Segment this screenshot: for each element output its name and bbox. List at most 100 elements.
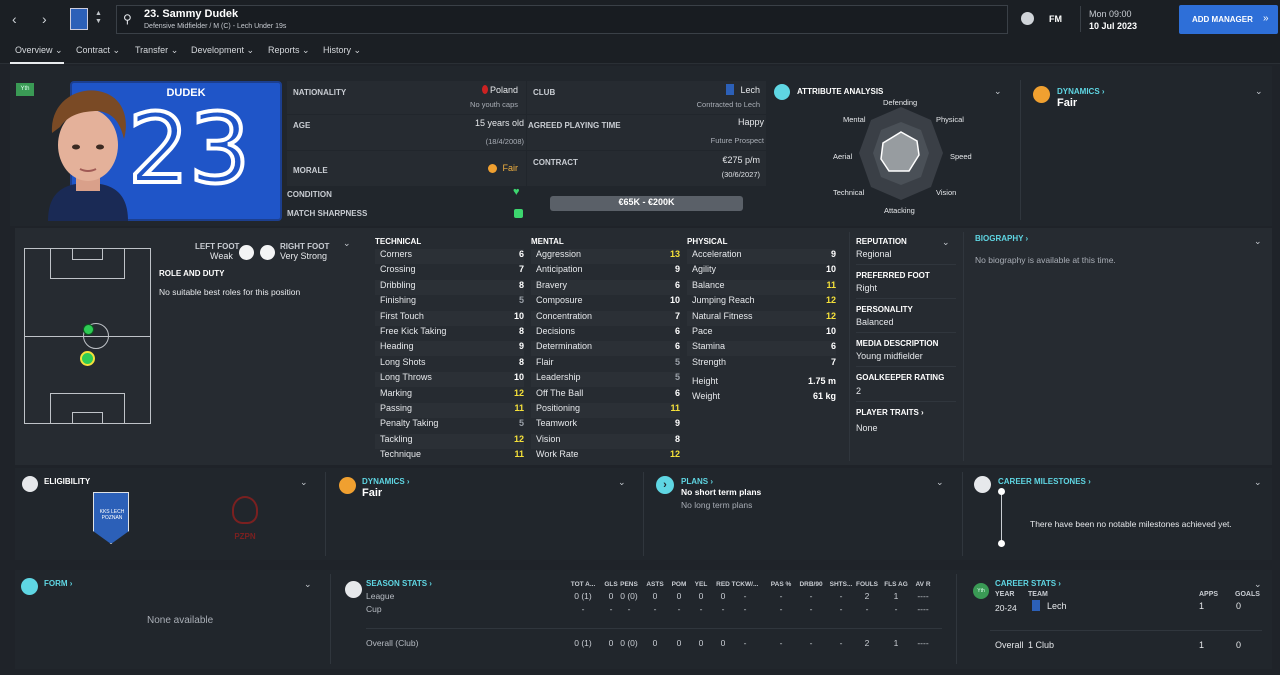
attribute-row[interactable]: Leadership 5 [531, 372, 680, 388]
right-foot-label: RIGHT FOOT [280, 242, 330, 251]
attribute-row[interactable]: Corners 6 [375, 249, 524, 264]
attribute-row[interactable]: Determination 6 [531, 341, 680, 357]
attribute-row[interactable]: Crossing 7 [375, 264, 524, 279]
attribute-row[interactable]: Jumping Reach 12 [687, 295, 836, 310]
tab-overview[interactable]: Overview ⌄ [15, 45, 63, 56]
attribute-row[interactable]: Pace 10 [687, 326, 836, 341]
sharpness-label: MATCH SHARPNESS [287, 209, 368, 218]
attribute-name: Determination [536, 341, 593, 352]
nationality-value[interactable]: Poland [490, 85, 518, 95]
attribute-row[interactable]: Dribbling 8 [375, 279, 524, 295]
attribute-row[interactable]: Tackling 12 [375, 433, 524, 449]
chevron-down-icon[interactable]: ⌄ [936, 477, 944, 488]
player-traits-link[interactable]: PLAYER TRAITS › [856, 408, 924, 417]
chevron-down-icon[interactable]: ⌄ [1254, 477, 1262, 488]
chevron-down-icon[interactable]: ⌄ [304, 579, 312, 590]
attribute-row[interactable]: Positioning 11 [531, 403, 680, 418]
attribute-row[interactable]: Bravery 6 [531, 279, 680, 295]
attribute-row[interactable]: Acceleration 9 [687, 249, 836, 264]
attribute-row[interactable]: Concentration 7 [531, 310, 680, 326]
column-header[interactable]: PAS % [764, 581, 798, 588]
attribute-row[interactable]: Aggression 13 [531, 249, 680, 264]
tab-contract[interactable]: Contract ⌄ [76, 45, 120, 56]
attribute-row[interactable]: Agility 10 [687, 264, 836, 279]
attribute-row[interactable]: Flair 5 [531, 357, 680, 372]
attribute-value: 11 [514, 449, 524, 460]
attribute-row[interactable]: Technique 11 [375, 449, 524, 464]
column-header[interactable]: TCKW/... [728, 581, 762, 588]
attribute-row[interactable]: Marking 12 [375, 388, 524, 403]
wage-value[interactable]: €275 p/m [722, 155, 760, 165]
attribute-name: Agility [692, 264, 717, 275]
attribute-row[interactable]: Heading 9 [375, 341, 524, 357]
federation-badge[interactable]: PZPN [228, 494, 262, 544]
biography-link[interactable]: BIOGRAPHY › [975, 234, 1028, 243]
role-text: No suitable best roles for this position [159, 287, 301, 297]
attribute-row[interactable]: Strength 7 [687, 357, 836, 372]
attribute-row[interactable]: Teamwork 9 [531, 418, 680, 433]
tab-development[interactable]: Development ⌄ [191, 45, 254, 56]
attribute-row[interactable]: Stamina 6 [687, 341, 836, 357]
position-dot-natural[interactable] [83, 324, 94, 335]
attribute-row[interactable]: Passing 11 [375, 403, 524, 418]
career-year-header: YEAR [995, 591, 1015, 598]
role-title: ROLE AND DUTY [159, 269, 225, 278]
chevron-down-icon[interactable]: ⌄ [343, 238, 351, 249]
search-bar[interactable]: ⚲ 23. Sammy Dudek Defensive Midfielder /… [116, 5, 1008, 34]
club-crest-icon [1032, 600, 1040, 611]
chevron-down-icon[interactable]: ⌄ [1254, 579, 1262, 590]
attribute-row[interactable]: First Touch 10 [375, 310, 524, 326]
dynamics-link[interactable]: DYNAMICS › [1057, 87, 1105, 96]
position-dot-best[interactable] [80, 351, 95, 366]
chevron-down-icon[interactable]: ⌄ [1254, 236, 1262, 247]
chevron-down-icon[interactable]: ⌄ [300, 477, 308, 488]
career-stats-link[interactable]: CAREER STATS › [995, 579, 1061, 588]
attribute-name: Long Shots [380, 356, 426, 367]
column-header[interactable]: AV R [906, 581, 940, 588]
add-manager-button[interactable]: ADD MANAGER » [1179, 5, 1278, 34]
chevron-down-icon[interactable]: ⌄ [1255, 86, 1263, 97]
column-header[interactable]: DRB/90 [794, 581, 828, 588]
form-link[interactable]: FORM › [44, 579, 72, 588]
chevron-down-icon[interactable]: ⌄ [942, 237, 950, 248]
game-date[interactable]: 10 Jul 2023 [1089, 21, 1137, 31]
chevron-down-icon[interactable]: ⌄ [994, 86, 1002, 97]
attribute-name: Vision [536, 433, 561, 444]
attribute-row[interactable]: Anticipation 9 [531, 264, 680, 279]
happiness-value[interactable]: Happy [738, 117, 764, 127]
attribute-row[interactable]: Finishing 5 [375, 295, 524, 310]
attribute-row[interactable]: Composure 10 [531, 295, 680, 310]
dynamics-link[interactable]: DYNAMICS › [362, 477, 410, 486]
morale-value[interactable]: Fair [503, 163, 519, 173]
attribute-row[interactable]: Vision 8 [531, 433, 680, 449]
attribute-row[interactable]: Decisions 6 [531, 326, 680, 341]
back-icon[interactable]: ‹ [12, 11, 17, 27]
media-description-value: Young midfielder [856, 351, 923, 361]
club-badge-icon[interactable] [70, 8, 88, 30]
chevron-up-down-icon[interactable]: ▲ ▼ [95, 10, 102, 26]
attribute-row[interactable]: Balance 11 [687, 279, 836, 295]
attribute-value: 10 [825, 264, 836, 275]
divider [963, 232, 964, 461]
attribute-row[interactable]: Penalty Taking 5 [375, 418, 524, 433]
attribute-row[interactable]: Long Throws 10 [375, 372, 524, 388]
tab-transfer[interactable]: Transfer ⌄ [135, 45, 178, 56]
career-team[interactable]: Lech [1047, 601, 1067, 611]
attribute-row[interactable]: Work Rate 12 [531, 449, 680, 464]
attribute-name: Composure [536, 295, 583, 306]
club-value[interactable]: Lech [740, 85, 760, 95]
globe-icon[interactable] [1021, 12, 1034, 25]
milestones-link[interactable]: CAREER MILESTONES › [998, 477, 1091, 486]
tab-reports[interactable]: Reports ⌄ [268, 45, 310, 56]
chevron-down-icon[interactable]: ⌄ [618, 477, 626, 488]
plans-link[interactable]: PLANS › [681, 477, 713, 486]
attribute-row[interactable]: Natural Fitness 12 [687, 310, 836, 326]
attribute-row[interactable]: Free Kick Taking 8 [375, 326, 524, 341]
value-bar[interactable]: €65K - €200K [550, 196, 743, 211]
tab-history[interactable]: History ⌄ [323, 45, 361, 56]
attribute-row[interactable]: Long Shots 8 [375, 357, 524, 372]
nationality-cell: NATIONALITY Poland No youth caps [287, 81, 526, 114]
forward-icon[interactable]: › [42, 11, 47, 27]
day-time[interactable]: Mon 09:00 [1089, 9, 1132, 19]
attribute-row[interactable]: Off The Ball 6 [531, 388, 680, 403]
